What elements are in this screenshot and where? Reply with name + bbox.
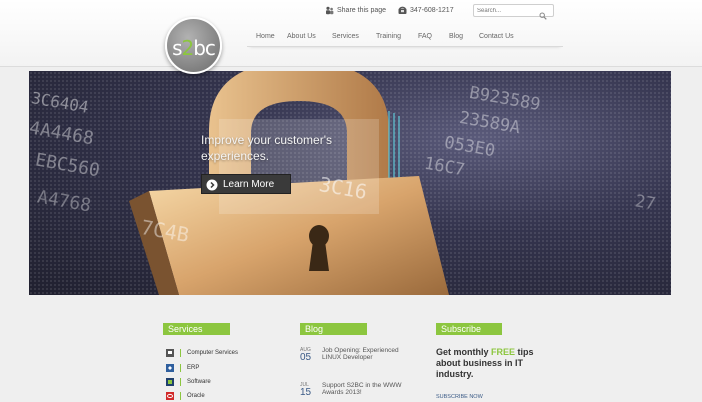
service-separator bbox=[180, 392, 181, 400]
nav-item-about-us[interactable]: About Us bbox=[287, 33, 316, 40]
service-label: ERP bbox=[187, 365, 200, 371]
search-input[interactable] bbox=[474, 5, 539, 16]
phone-number: 347-608-1217 bbox=[398, 6, 454, 15]
learn-more-label: Learn More bbox=[223, 178, 275, 190]
main-nav: Home About Us Services Training FAQ Blog… bbox=[247, 29, 563, 47]
subscribe-now-link[interactable]: SUBSCRIBE NOW bbox=[436, 394, 483, 400]
share-this-page[interactable]: Share this page bbox=[325, 6, 386, 15]
blog-post-day: 05 bbox=[300, 352, 312, 363]
subscribe-heading: Subscribe bbox=[436, 323, 502, 335]
hero-headline: Improve your customer's experiences. bbox=[201, 133, 332, 163]
service-separator bbox=[180, 349, 181, 357]
service-item-oracle[interactable]: Oracle bbox=[166, 392, 205, 400]
computer-icon bbox=[166, 349, 174, 357]
oracle-icon bbox=[166, 392, 174, 400]
service-item-erp[interactable]: ERP bbox=[166, 364, 199, 372]
learn-more-button[interactable]: Learn More bbox=[201, 174, 291, 194]
phone-label: 347-608-1217 bbox=[410, 7, 454, 14]
nav-item-home[interactable]: Home bbox=[256, 33, 275, 40]
service-separator bbox=[180, 364, 181, 372]
nav-item-training[interactable]: Training bbox=[376, 33, 401, 40]
page: Share this page 347-608-1217 Search... H… bbox=[0, 0, 702, 402]
site-header: Share this page 347-608-1217 Search... H… bbox=[0, 0, 702, 67]
service-label: Software bbox=[187, 379, 211, 385]
hero-code: 27 bbox=[633, 191, 658, 215]
service-item-computer-services[interactable]: Computer Services bbox=[166, 349, 238, 357]
s2bc-logo[interactable]: s2bc bbox=[165, 17, 222, 74]
software-icon bbox=[166, 378, 174, 386]
service-label: Oracle bbox=[187, 393, 205, 399]
services-heading: Services bbox=[163, 323, 230, 335]
service-label: Computer Services bbox=[187, 350, 239, 356]
blog-heading: Blog bbox=[300, 323, 367, 335]
service-item-software[interactable]: Software bbox=[166, 378, 211, 386]
share-people-icon bbox=[325, 6, 334, 15]
share-label: Share this page bbox=[337, 7, 387, 14]
arrow-circle-icon bbox=[206, 178, 218, 191]
search-icon[interactable] bbox=[539, 7, 547, 20]
phone-icon bbox=[398, 6, 407, 15]
nav-item-contact-us[interactable]: Contact Us bbox=[479, 33, 514, 40]
blog-post-day: 15 bbox=[300, 387, 312, 398]
nav-item-services[interactable]: Services bbox=[332, 33, 359, 40]
nav-item-faq[interactable]: FAQ bbox=[418, 33, 432, 40]
blog-post-title[interactable]: Support S2BC in the WWW Awards 2013! bbox=[322, 382, 402, 396]
erp-icon bbox=[166, 364, 174, 372]
service-separator bbox=[180, 378, 181, 386]
search-box[interactable] bbox=[473, 4, 554, 20]
subscribe-text: Get monthly FREE tips about business in … bbox=[436, 347, 534, 379]
nav-item-blog[interactable]: Blog bbox=[449, 33, 463, 40]
blog-post-title[interactable]: Job Opening: Experienced LINUX Developer bbox=[322, 347, 402, 361]
logo-text: s2bc bbox=[172, 35, 216, 60]
